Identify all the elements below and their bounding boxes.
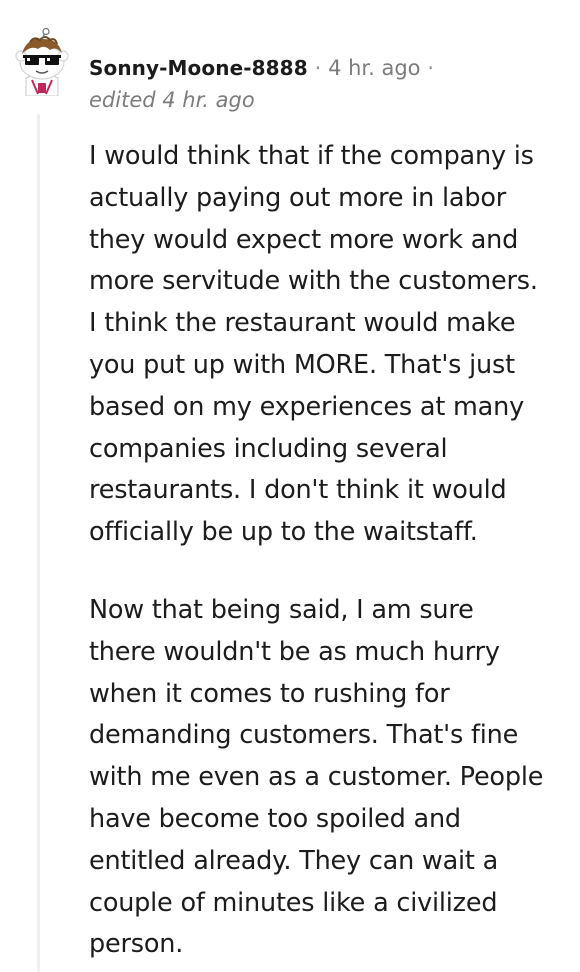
text-line: restaurants. I don't think it would — [89, 475, 507, 506]
text-line: entitled already. They can wait a — [89, 845, 499, 876]
comment-body: I would think that if the company is act… — [89, 136, 569, 966]
text-line: actually paying out more in labor — [89, 182, 507, 213]
text-line: demanding customers. That's fine — [89, 720, 519, 751]
comment-paragraph: Now that being said, I am sure there wou… — [89, 590, 569, 966]
author-username[interactable]: Sonny-Moone-8888 — [89, 56, 308, 80]
text-line: companies including several — [89, 433, 448, 464]
comment: Sonny-Moone-8888 · 4 hr. ago · edited 4 hr.… — [0, 0, 580, 972]
comment-meta: Sonny-Moone-8888 · 4 hr. ago · — [89, 56, 441, 80]
text-line: there wouldn't be as much hurry — [89, 636, 500, 667]
comment-paragraph: I would think that if the company is act… — [89, 136, 569, 554]
edited-label: edited 4 hr. ago — [89, 88, 255, 112]
text-line: I would think that if the company is — [89, 141, 534, 171]
text-line: I think the restaurant would make — [89, 308, 516, 339]
text-line: when it comes to rushing for — [89, 678, 450, 709]
text-line: couple of minutes like a civilized — [89, 887, 498, 918]
text-line: person. — [89, 929, 184, 960]
thread-collapse-line[interactable] — [37, 114, 40, 972]
text-line: you put up with MORE. That's just — [89, 349, 515, 380]
meta-separator: · — [427, 56, 434, 80]
text-line: based on my experiences at many — [89, 391, 524, 422]
text-line: Now that being said, I am sure — [89, 594, 474, 625]
meta-separator: · — [314, 56, 322, 80]
snoo-avatar-icon[interactable] — [12, 27, 72, 97]
text-line: with me even as a customer. People — [89, 762, 544, 793]
text-line: they would expect more work and — [89, 224, 519, 255]
text-line: more servitude with the customers. — [89, 266, 538, 297]
text-line: officially be up to the waitstaff. — [89, 517, 478, 548]
comment-timestamp[interactable]: 4 hr. ago — [328, 56, 420, 80]
text-line: have become too spoiled and — [89, 803, 461, 834]
